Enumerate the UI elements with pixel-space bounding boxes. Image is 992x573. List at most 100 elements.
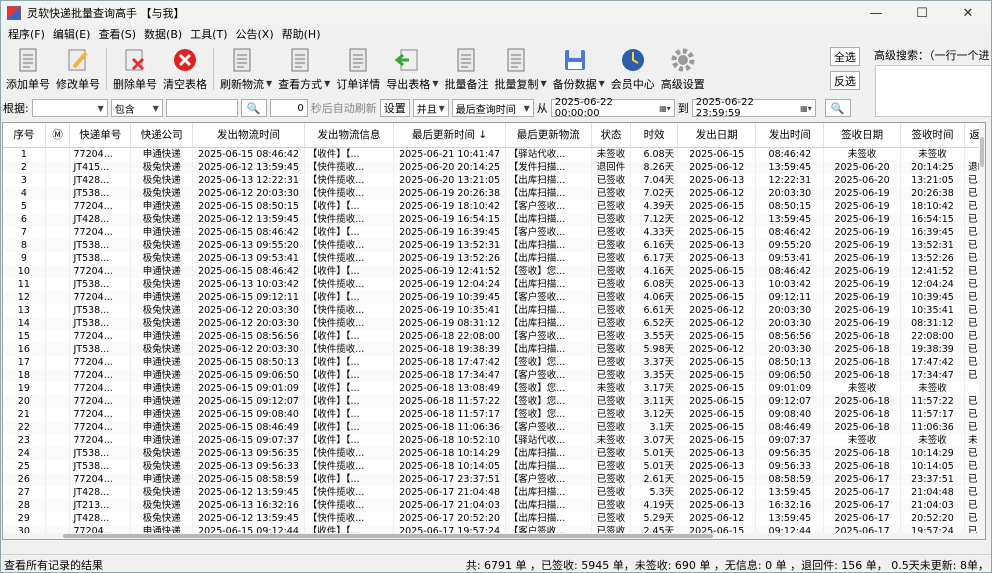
column-header-2[interactable]: 快递单号 — [69, 123, 132, 148]
column-header-10[interactable]: 发出日期 — [677, 123, 757, 148]
vertical-scroll-thumb[interactable] — [980, 137, 984, 167]
table-row[interactable]: 12 77204... 申通快递 2025-06-15 09:12:11 【收件】【..… — [3, 290, 985, 304]
table-row[interactable]: 9 JT538... 极兔快递 2025-06-13 09:53:41 【快件揽收...… — [3, 251, 985, 265]
table-row[interactable]: 6 JT428... 极兔快递 2025-06-12 13:59:45 【快件揽收...… — [3, 212, 985, 226]
table-row[interactable]: 26 77204... 申通快递 2025-06-15 08:58:59 【收件】【..… — [3, 472, 985, 486]
table-row[interactable]: 21 77204... 申通快递 2025-06-15 09:08:40 【收件】【..… — [3, 407, 985, 421]
table-cell: 2025-06-18 11:06:36 — [393, 420, 506, 434]
column-header-13[interactable]: 签收时间 — [900, 123, 966, 148]
table-row[interactable]: 19 77204... 申通快递 2025-06-15 09:01:09 【收件】【..… — [3, 381, 985, 395]
column-header-11[interactable]: 发出时间 — [755, 123, 825, 148]
table-row[interactable]: 11 JT538... 极兔快递 2025-06-13 10:03:42 【快件揽收..… — [3, 277, 985, 291]
table-row[interactable]: 29 JT428... 极兔快递 2025-06-12 13:59:45 【快件揽收..… — [3, 511, 985, 525]
table-row[interactable]: 20 77204... 申通快递 2025-06-15 09:12:07 【收件】【..… — [3, 394, 985, 408]
advanced-search-input[interactable] — [875, 65, 991, 117]
table-cell: 2025-06-13 — [677, 459, 757, 473]
menu-item-2[interactable]: 查看(S) — [94, 26, 140, 42]
table-row[interactable]: 4 JT538... 极兔快递 2025-06-12 20:03:30 【快件揽收...… — [3, 186, 985, 200]
column-header-6[interactable]: 最后更新时间 ↓ — [393, 123, 506, 148]
menu-item-6[interactable]: 帮助(H) — [278, 26, 325, 42]
settings-button[interactable]: 设置 — [379, 99, 410, 117]
column-header-4[interactable]: 发出物流时间 — [192, 123, 305, 148]
column-header-3[interactable]: 快递公司 — [130, 123, 194, 148]
dropdown-caret-icon[interactable]: ▼ — [599, 79, 605, 88]
dropdown-caret-icon[interactable]: ▼ — [540, 79, 546, 88]
search-button[interactable]: 🔍 — [240, 99, 267, 117]
filter-bar: 根据: ▼ 包含 ▼ 🔍 0 秒后自动刷新 设置 并且 ▼ 最后查询时间 ▼ 从 20… — [1, 97, 871, 119]
table-row[interactable]: 13 JT538... 极兔快递 2025-06-12 20:03:30 【快件揽收..… — [3, 303, 985, 317]
dropdown-caret-icon[interactable]: ▼ — [266, 79, 272, 88]
toolbar-button-1[interactable]: 修改单号 — [53, 45, 103, 93]
toolbar-button-3[interactable]: 清空表格 — [160, 45, 210, 93]
dropdown-caret-icon[interactable]: ▼ — [324, 79, 330, 88]
table-row[interactable]: 3 JT428... 极兔快递 2025-06-13 12:22:31 【快件揽收...… — [3, 173, 985, 187]
table-cell: 2025-06-15 — [677, 264, 757, 278]
table-row[interactable]: 14 JT538... 极兔快递 2025-06-12 20:03:30 【快件揽收..… — [3, 316, 985, 330]
menu-item-5[interactable]: 公告(X) — [232, 26, 278, 42]
table-row[interactable]: 24 JT538... 极兔快递 2025-06-13 09:56:35 【快件揽收..… — [3, 446, 985, 460]
from-date-picker[interactable]: 2025-06-22 00:00:00 ▦▾ — [550, 97, 675, 119]
toolbar-button-5[interactable]: 查看方式 ▼ — [275, 45, 333, 93]
field-select[interactable]: ▼ — [31, 99, 108, 117]
table-row[interactable]: 25 JT538... 极兔快递 2025-06-13 09:56:33 【快件揽收..… — [3, 459, 985, 473]
toolbar-button-6[interactable]: 订单详情 — [333, 45, 383, 93]
toolbar-button-0[interactable]: 添加单号 — [3, 45, 53, 93]
table-row[interactable]: 16 JT538... 极兔快递 2025-06-12 20:03:30 【快件揽收..… — [3, 342, 985, 356]
table-cell: 【客户签收... — [505, 329, 592, 343]
dropdown-caret-icon[interactable]: ▼ — [432, 79, 438, 88]
table-cell — [45, 199, 71, 213]
toolbar-button-10[interactable]: 备份数据 ▼ — [550, 45, 608, 93]
refresh-seconds-input[interactable]: 0 — [269, 99, 308, 117]
menu-item-1[interactable]: 编辑(E) — [49, 26, 95, 42]
toolbar-button-11[interactable]: 会员中心 — [608, 45, 658, 93]
column-header-9[interactable]: 时效 — [630, 123, 679, 148]
minimize-button[interactable]: — — [853, 1, 899, 25]
table-row[interactable]: 17 77204... 申通快递 2025-06-15 08:50:13 【收件】【..… — [3, 355, 985, 369]
horizontal-scroll-thumb[interactable] — [63, 534, 713, 538]
menu-item-0[interactable]: 程序(F) — [4, 26, 49, 42]
menu-item-4[interactable]: 工具(T) — [186, 26, 231, 42]
toolbar-button-2[interactable]: 删除单号 — [110, 45, 160, 93]
maximize-button[interactable]: ☐ — [899, 1, 945, 25]
table-row[interactable]: 18 77204... 申通快递 2025-06-15 09:06:50 【收件】【..… — [3, 368, 985, 382]
keyword-input[interactable] — [165, 99, 238, 117]
column-header-12[interactable]: 签收日期 — [823, 123, 901, 148]
table-row[interactable]: 2 JT415... 极兔快递 2025-06-12 13:59:45 【快件揽收...… — [3, 160, 985, 174]
vertical-scrollbar[interactable] — [979, 123, 985, 539]
close-button[interactable]: ✕ — [945, 1, 991, 25]
toolbar-button-4[interactable]: 刷新物流 ▼ — [217, 45, 275, 93]
table-row[interactable]: 1 77204... 申通快递 2025-06-15 08:46:42 【收件】【...… — [3, 147, 985, 161]
column-header-7[interactable]: 最后更新物流 — [505, 123, 592, 148]
horizontal-scrollbar[interactable] — [3, 533, 985, 539]
to-date-picker[interactable]: 2025-06-22 23:59:59 ▦▾ — [691, 97, 816, 119]
invert-selection-button[interactable]: 反选 — [830, 71, 860, 90]
table-cell: 77204... — [69, 147, 132, 161]
table-cell: 2025-06-17 — [823, 472, 901, 486]
table-row[interactable]: 8 JT538... 极兔快递 2025-06-13 09:55:20 【快件揽收...… — [3, 238, 985, 252]
select-all-button[interactable]: 全选 — [830, 47, 860, 66]
table-row[interactable]: 7 77204... 申通快递 2025-06-15 08:46:42 【收件】【...… — [3, 225, 985, 239]
toolbar-button-12[interactable]: 高级设置 — [658, 45, 708, 93]
table-row[interactable]: 15 77204... 申通快递 2025-06-15 08:56:56 【收件】【..… — [3, 329, 985, 343]
table-row[interactable]: 10 77204... 申通快递 2025-06-15 08:46:42 【收件】【..… — [3, 264, 985, 278]
column-header-5[interactable]: 发出物流信息 — [304, 123, 395, 148]
date-search-button[interactable]: 🔍 — [824, 99, 851, 117]
time-field-select[interactable]: 最后查询时间 ▼ — [451, 99, 534, 117]
column-header-1[interactable]: Ⓜ — [45, 123, 71, 148]
table-row[interactable]: 23 77204... 申通快递 2025-06-15 09:07:37 【收件】【..… — [3, 433, 985, 447]
table-row[interactable]: 28 JT213... 极兔快递 2025-06-13 16:32:16 【快件揽收..… — [3, 498, 985, 512]
toolbar-button-7[interactable]: 导出表格 ▼ — [383, 45, 441, 93]
menu-item-3[interactable]: 数据(B) — [140, 26, 186, 42]
toolbar-button-8[interactable]: 批量备注 — [441, 45, 491, 93]
logic-select[interactable]: 并且 ▼ — [412, 99, 449, 117]
table-cell: 极兔快递 — [130, 485, 194, 499]
column-header-8[interactable]: 状态 — [591, 123, 632, 148]
toolbar-button-9[interactable]: 批量复制 ▼ — [491, 45, 549, 93]
column-header-0[interactable]: 序号 — [3, 123, 46, 148]
table-row[interactable]: 27 JT428... 极兔快递 2025-06-12 13:59:45 【快件揽收..… — [3, 485, 985, 499]
table-row[interactable]: 5 77204... 申通快递 2025-06-15 08:50:15 【收件】【...… — [3, 199, 985, 213]
status-message: 查看所有记录的结果 — [4, 558, 103, 572]
table-cell: 10:35:41 — [900, 303, 966, 317]
match-select[interactable]: 包含 ▼ — [110, 99, 163, 117]
table-row[interactable]: 22 77204... 申通快递 2025-06-15 08:46:49 【收件】【..… — [3, 420, 985, 434]
